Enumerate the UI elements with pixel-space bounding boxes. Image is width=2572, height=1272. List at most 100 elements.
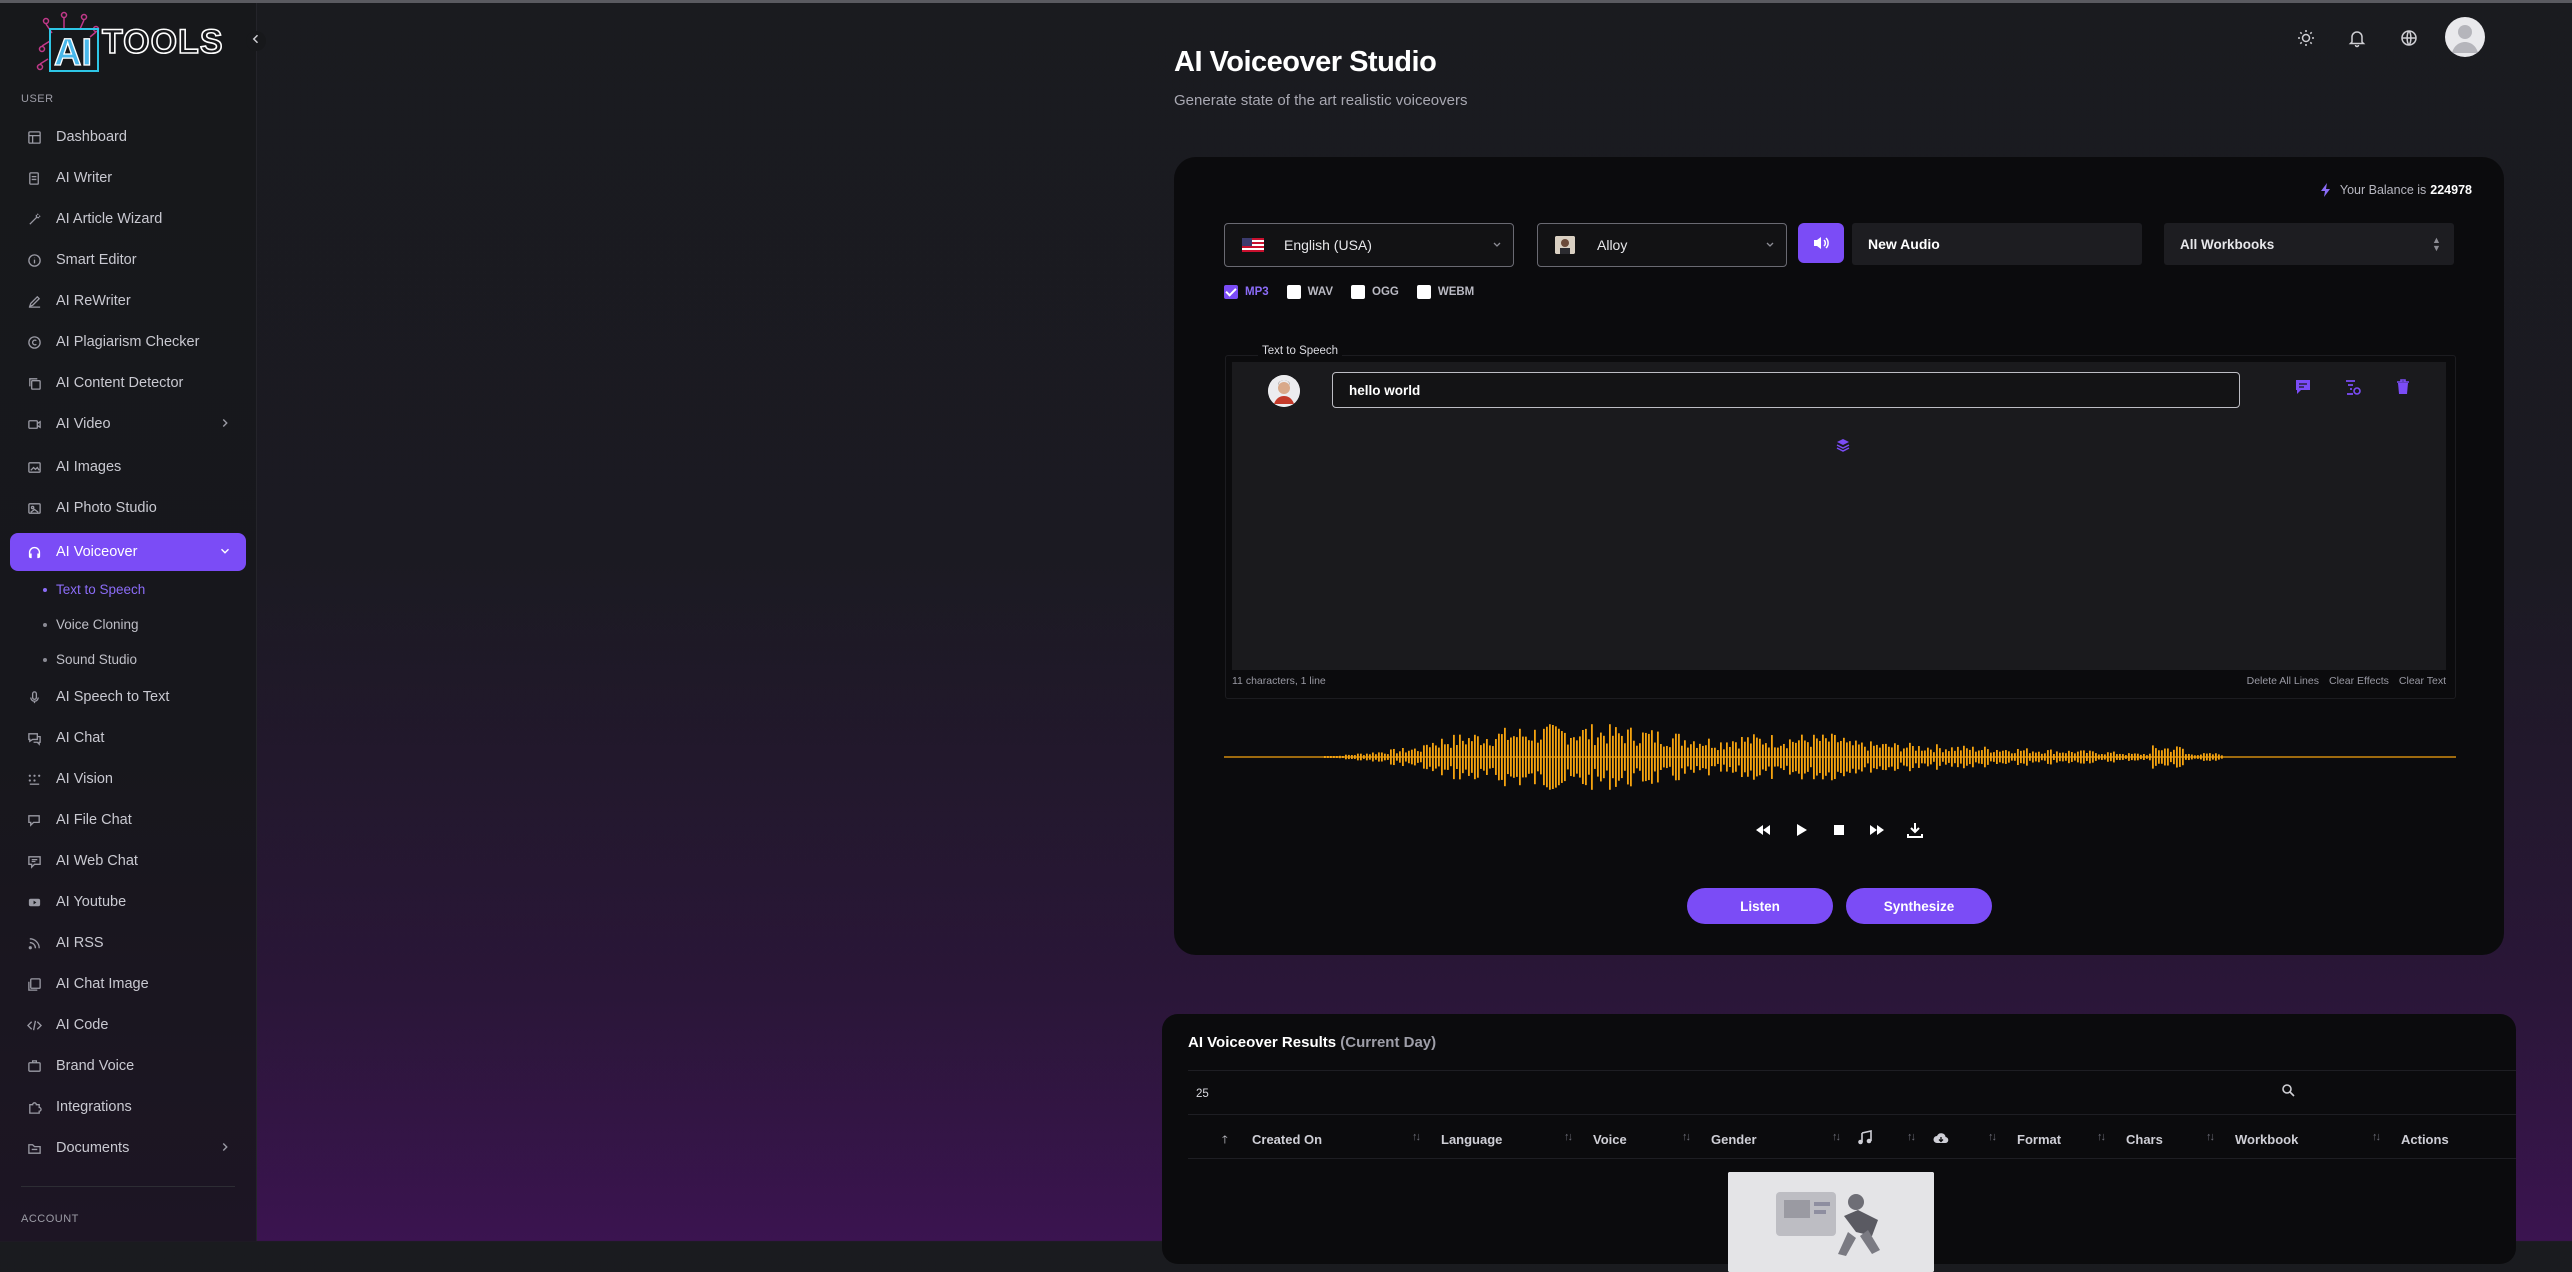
workbook-select[interactable]: All Workbooks ▲ ▼ (2164, 223, 2454, 265)
sort-icon[interactable]: ↑↓ (1412, 1131, 1421, 1143)
fast-forward-button[interactable] (1868, 821, 1886, 839)
sidebar-item-ai-vision[interactable]: AI Vision (10, 760, 246, 798)
column-voice[interactable]: Voice (1593, 1132, 1627, 1147)
audio-title-input[interactable] (1852, 223, 2142, 265)
page-size-select[interactable]: 25 (1196, 1088, 1209, 1100)
column-created-on[interactable]: Created On (1252, 1132, 1322, 1147)
column-actions[interactable]: Actions (2401, 1132, 2449, 1147)
sidebar-subitem-voice-cloning[interactable]: Voice Cloning (43, 617, 139, 632)
cloud-icon[interactable] (1932, 1129, 1950, 1147)
format-ogg-checkbox[interactable]: OGG (1351, 285, 1399, 299)
sidebar-subitem-sound-studio[interactable]: Sound Studio (43, 652, 137, 667)
sidebar-item-integrations[interactable]: Integrations (10, 1088, 246, 1126)
download-button[interactable] (1906, 821, 1924, 839)
sidebar-item-ai-voiceover[interactable]: AI Voiceover (10, 533, 246, 571)
clear-text-button[interactable]: Clear Text (2399, 675, 2446, 687)
listen-button[interactable]: Listen (1687, 888, 1833, 924)
checkbox[interactable] (1286, 285, 1301, 299)
line-delete-button[interactable] (2394, 378, 2414, 398)
notifications-button[interactable] (2347, 28, 2369, 50)
sidebar-item-ai-file-chat[interactable]: AI File Chat (10, 801, 246, 839)
clear-effects-button[interactable]: Clear Effects (2329, 675, 2389, 687)
logo[interactable]: AI TOOLS (34, 9, 224, 79)
play-button[interactable] (1792, 821, 1810, 839)
sort-icon[interactable]: ↑↓ (1907, 1131, 1916, 1143)
add-line-button[interactable] (1835, 437, 1851, 453)
sidebar-item-documents[interactable]: Documents (10, 1129, 246, 1167)
sort-icon[interactable]: ↑↓ (2097, 1131, 2106, 1143)
music-note-icon[interactable] (1856, 1129, 1874, 1147)
sort-asc-icon[interactable]: 🡑 (1222, 1131, 1228, 1150)
waveform-bar (1774, 747, 1776, 767)
audio-waveform[interactable] (1224, 712, 2456, 802)
waveform-bar (1639, 743, 1641, 771)
format-wav-checkbox[interactable]: WAV (1286, 285, 1333, 299)
waveform-bar (1588, 739, 1590, 775)
checkbox-checked[interactable] (1224, 285, 1238, 299)
line-comment-button[interactable] (2294, 378, 2314, 398)
sort-icon[interactable]: ↑↓ (1988, 1131, 1997, 1143)
waveform-bar (1687, 747, 1689, 767)
sidebar-item-ai-code[interactable]: AI Code (10, 1006, 246, 1044)
sidebar-item-smart-editor[interactable]: Smart Editor (10, 241, 246, 279)
waveform-bar (1369, 754, 1371, 760)
waveform-bar (2155, 748, 2157, 766)
line-voice-settings-button[interactable] (2344, 378, 2364, 398)
sort-icon[interactable]: ↑↓ (1682, 1131, 1691, 1143)
column-workbook[interactable]: Workbook (2235, 1132, 2298, 1147)
sidebar-item-brand-voice[interactable]: Brand Voice (10, 1047, 246, 1085)
sidebar-item-ai-content-detector[interactable]: AI Content Detector (10, 364, 246, 402)
sidebar-item-ai-rss[interactable]: AI RSS (10, 924, 246, 962)
sidebar-item-ai-youtube[interactable]: AI Youtube (10, 883, 246, 921)
sort-icon[interactable]: ↑↓ (1564, 1131, 1573, 1143)
column-gender[interactable]: Gender (1711, 1132, 1757, 1147)
sidebar-item-ai-chat-image[interactable]: AI Chat Image (10, 965, 246, 1003)
sidebar-item-ai-video[interactable]: AI Video (10, 405, 246, 443)
format-webm-checkbox[interactable]: WEBM (1416, 285, 1474, 299)
stop-button[interactable] (1830, 821, 1848, 839)
waveform-bar (1504, 727, 1506, 787)
column-format[interactable]: Format (2017, 1132, 2061, 1147)
language-select[interactable]: English (USA) (1224, 223, 1514, 267)
rewind-button[interactable] (1754, 821, 1772, 839)
column-language[interactable]: Language (1441, 1132, 1502, 1147)
sidebar-item-ai-photo-studio[interactable]: AI Photo Studio (10, 489, 246, 527)
results-divider (1188, 1070, 2516, 1071)
waveform-bar (1585, 728, 1587, 786)
sort-icon[interactable]: ↑↓ (2206, 1131, 2215, 1143)
voice-select[interactable]: Alloy (1537, 223, 1787, 267)
sort-icon[interactable]: ↑↓ (1832, 1131, 1841, 1143)
synthesize-button[interactable]: Synthesize (1846, 888, 1992, 924)
line-voice-avatar[interactable] (1268, 375, 1300, 407)
svg-text:TOOLS: TOOLS (102, 23, 224, 61)
sidebar-item-ai-writer[interactable]: AI Writer (10, 159, 246, 197)
waveform-bar (2161, 750, 2163, 764)
user-avatar[interactable] (2445, 17, 2485, 57)
language-button[interactable] (2399, 28, 2421, 50)
sidebar-subitem-text-to-speech[interactable]: Text to Speech (43, 582, 145, 597)
checkbox[interactable] (1416, 285, 1431, 299)
sidebar-item-ai-plagiarism-checker[interactable]: AI Plagiarism Checker (10, 323, 246, 361)
sidebar-item-dashboard[interactable]: Dashboard (10, 118, 246, 156)
sidebar-collapse-button[interactable] (246, 31, 266, 51)
column-chars[interactable]: Chars (2126, 1132, 2163, 1147)
waveform-bar (1891, 747, 1893, 767)
sidebar-item-label: AI Code (56, 1017, 109, 1033)
sidebar-item-ai-rewriter[interactable]: AI ReWriter (10, 282, 246, 320)
sort-icon[interactable]: ↑↓ (2372, 1131, 2381, 1143)
line-text-input[interactable] (1332, 372, 2240, 408)
theme-toggle-button[interactable] (2296, 28, 2318, 50)
checkbox[interactable] (1351, 285, 1365, 299)
search-icon[interactable] (2281, 1083, 2295, 1097)
delete-all-lines-button[interactable]: Delete All Lines (2247, 675, 2319, 687)
format-mp3-checkbox[interactable]: MP3 (1224, 285, 1269, 299)
sidebar-item-ai-article-wizard[interactable]: AI Article Wizard (10, 200, 246, 238)
sidebar-item-ai-images[interactable]: AI Images (10, 448, 246, 486)
waveform-bar (1804, 740, 1806, 774)
sidebar-item-ai-speech-to-text[interactable]: AI Speech to Text (10, 678, 246, 716)
sidebar-item-ai-web-chat[interactable]: AI Web Chat (10, 842, 246, 880)
waveform-bar (1612, 735, 1614, 779)
waveform-bar (1324, 756, 1326, 758)
preview-voice-button[interactable] (1798, 223, 1844, 263)
sidebar-item-ai-chat[interactable]: AI Chat (10, 719, 246, 757)
